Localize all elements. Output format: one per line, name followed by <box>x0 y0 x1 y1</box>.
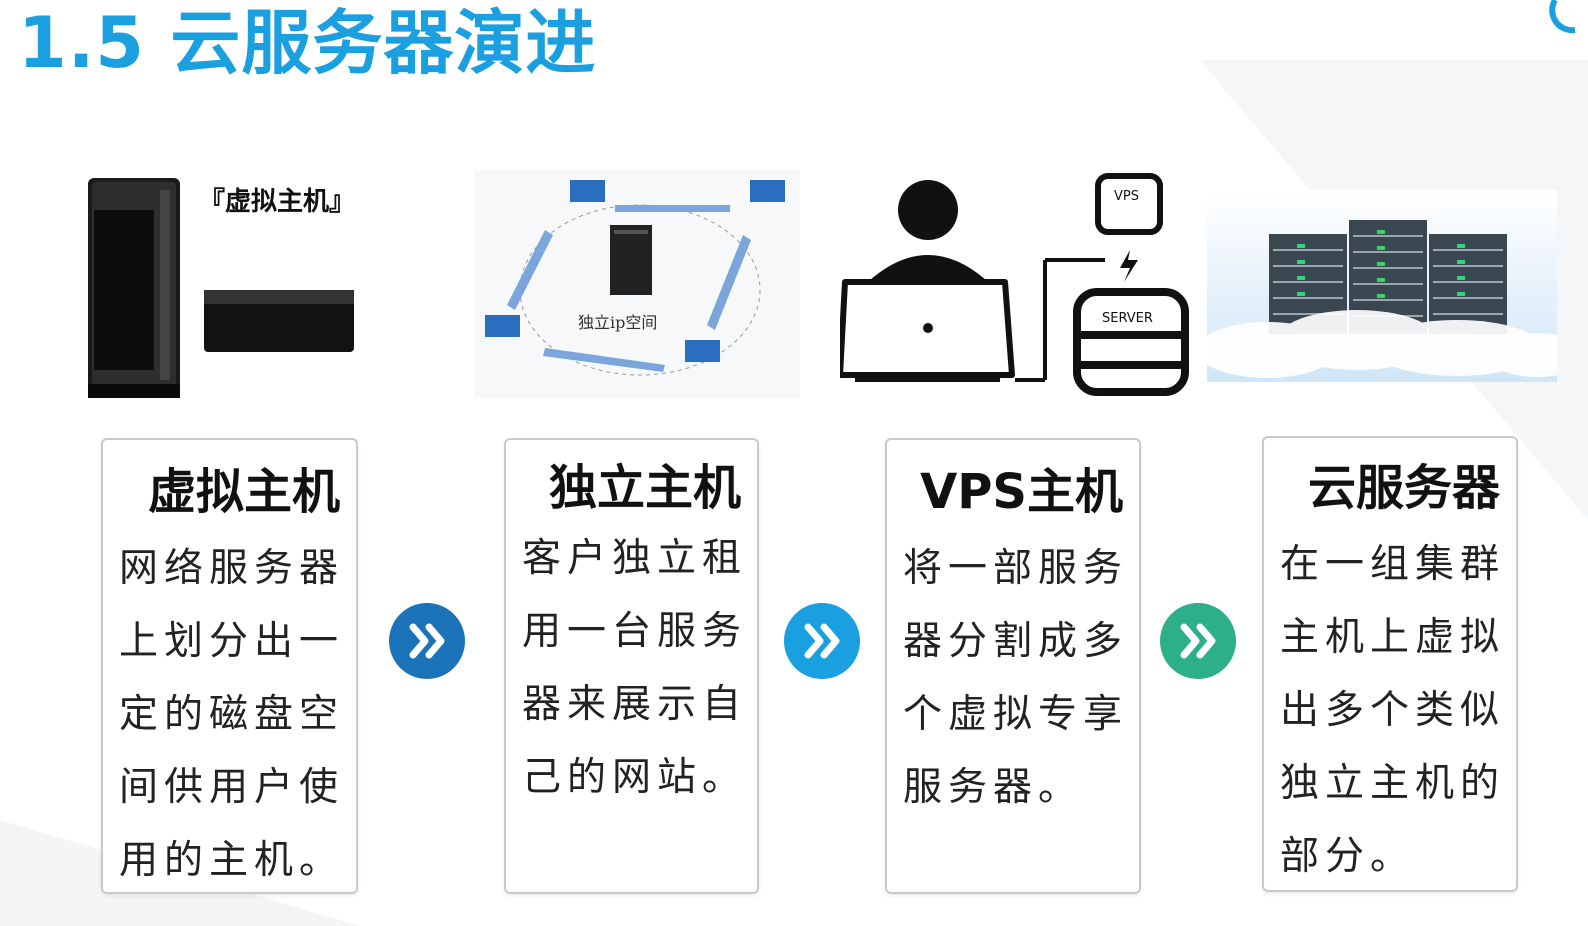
card-line: 器来展示自 <box>522 682 748 727</box>
card-line: 己的网站。 <box>522 755 748 800</box>
card-vps-host: VPS主机 将一部服务 器分割成多 个虚拟专享 服务器。 <box>885 438 1141 894</box>
card-line: 服务器。 <box>903 765 1084 810</box>
card-line: 间供用户使 <box>119 765 345 810</box>
card-dedicated-host: 独立主机 客户独立租 用一台服务 器来展示自 己的网站。 <box>504 438 759 894</box>
virtual-host-illustration: 『虚拟主机』 <box>88 178 355 398</box>
dedicated-host-illustration: 独立ip空间 <box>485 180 785 376</box>
card-line: 器分割成多 <box>903 619 1129 664</box>
card-line: 出多个类似 <box>1280 688 1506 733</box>
card-line: 独立主机的 <box>1280 761 1506 806</box>
card-line: 上划分出一 <box>119 619 345 664</box>
card-title: 独立主机 <box>548 460 741 516</box>
next-arrow-2 <box>784 603 860 679</box>
card-title: 虚拟主机 <box>147 464 340 520</box>
card-cloud-server: 云服务器 在一组集群 主机上虚拟 出多个类似 独立主机的 部分。 <box>1262 436 1518 892</box>
dedicated-caption: 独立ip空间 <box>578 313 657 332</box>
card-line: 网络服务器 <box>119 546 345 591</box>
card-description: 网络服务器 上划分出一 定的磁盘空 间供用户使 用的主机。 <box>119 532 348 897</box>
page-title: 1.5 云服务器演进 <box>18 2 597 84</box>
card-line: 部分。 <box>1280 834 1416 879</box>
card-description: 将一部服务 器分割成多 个虚拟专享 服务器。 <box>903 532 1131 824</box>
card-virtual-host: 虚拟主机 网络服务器 上划分出一 定的磁盘空 间供用户使 用的主机。 <box>101 438 358 894</box>
vps-badge: VPS <box>1114 189 1139 204</box>
card-line: 用的主机。 <box>119 838 345 883</box>
dedicated-host-image: 独立ip空间 <box>475 170 800 398</box>
double-chevron-right-icon <box>409 623 445 659</box>
card-description: 客户独立租 用一台服务 器来展示自 己的网站。 <box>522 522 749 814</box>
server-badge: SERVER <box>1102 311 1153 326</box>
card-description: 在一组集群 主机上虚拟 出多个类似 独立主机的 部分。 <box>1280 528 1508 893</box>
card-line: 在一组集群 <box>1280 542 1506 587</box>
double-chevron-right-icon <box>1180 623 1216 659</box>
card-title: 云服务器 <box>1307 460 1500 516</box>
card-line: 定的磁盘空 <box>119 692 345 737</box>
vps-illustration: VPS SERVER <box>840 173 1189 396</box>
cloud-server-image <box>1207 190 1557 382</box>
card-line: 主机上虚拟 <box>1280 615 1506 660</box>
cloud-server-illustration <box>1207 220 1557 378</box>
vps-image: VPS SERVER <box>840 170 1190 400</box>
card-line: 客户独立租 <box>522 536 748 581</box>
double-chevron-right-icon <box>804 623 840 659</box>
card-line: 用一台服务 <box>522 609 748 654</box>
card-title: VPS主机 <box>920 464 1123 520</box>
card-line: 个虚拟专享 <box>903 692 1129 737</box>
virtual-host-caption: 『虚拟主机』 <box>199 186 355 217</box>
next-arrow-1 <box>389 603 465 679</box>
card-line: 将一部服务 <box>903 546 1129 591</box>
next-arrow-3 <box>1160 603 1236 679</box>
virtual-host-image: 『虚拟主机』 <box>74 170 374 400</box>
